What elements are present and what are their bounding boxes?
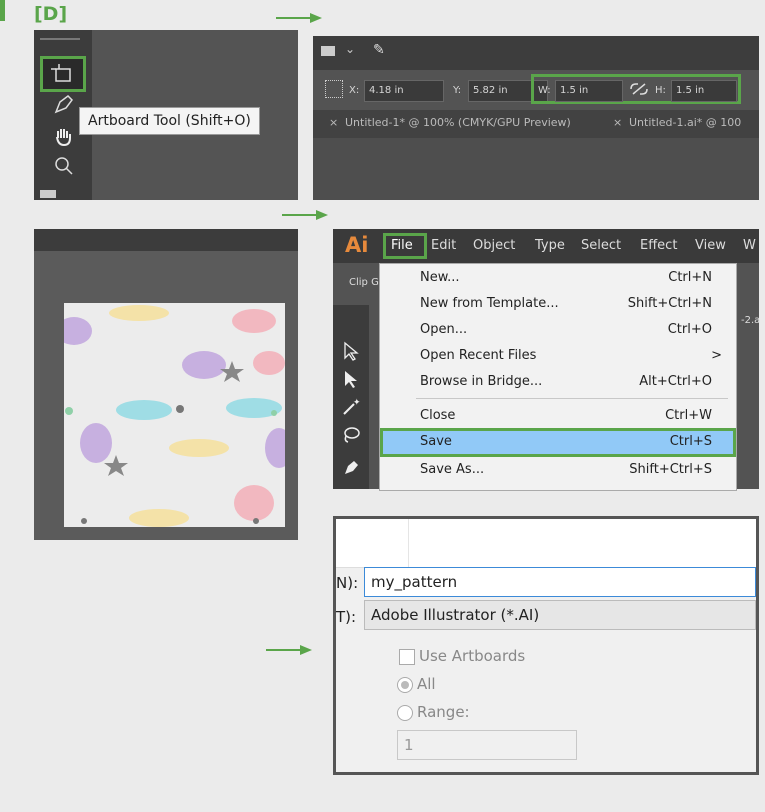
menu-window[interactable]: W [743,238,756,253]
tab-close-icon[interactable]: × [613,116,622,129]
h-field[interactable]: 1.5 in [671,80,737,102]
use-artboards-checkbox[interactable] [399,649,415,665]
lasso-tool-icon[interactable] [341,425,361,445]
tab-untitled-1-ai[interactable]: Untitled-1.ai* @ 100 [629,116,741,129]
artboard-tool-icon [51,64,71,82]
file-type-select[interactable]: Adobe Illustrator (*.AI) [364,600,756,630]
w-field[interactable]: 1.5 in [555,80,623,102]
clip-group-label: Clip G [349,277,379,288]
save-dialog-panel: N): my_pattern T): Adobe Illustrator (*.… [333,516,759,775]
menu-object[interactable]: Object [473,238,515,253]
tab-untitled-1[interactable]: Untitled-1* @ 100% (CMYK/GPU Preview) [345,116,571,129]
use-artboards-label: Use Artboards [419,647,526,665]
illustrator-logo: Ai [345,233,369,257]
pattern-artboard [64,303,285,527]
menu-effect[interactable]: Effect [640,238,677,253]
tab-close-icon[interactable]: × [329,116,338,129]
menu-item-open-recent[interactable]: Open Recent Files > [380,342,736,371]
menu-item-browse-bridge[interactable]: Browse in Bridge... Alt+Ctrl+O [380,368,736,397]
menu-file[interactable]: File [391,238,413,253]
arrow-icon [266,645,312,655]
menu-item-open[interactable]: Open... Ctrl+O [380,316,736,345]
h-label: H: [655,85,666,96]
cat-pattern-image [64,305,285,527]
selection-tool-icon[interactable] [341,341,361,361]
pen-tool-icon[interactable] [341,457,361,477]
hand-tool-icon[interactable] [52,124,76,148]
menu-item-new[interactable]: New... Ctrl+N [380,264,736,293]
file-menu-dropdown: New... Ctrl+N New from Template... Shift+C… [379,263,737,491]
direct-selection-tool-icon[interactable] [341,369,361,389]
range-input[interactable]: 1 [397,730,577,760]
tab-partial-label: -2.a [741,315,761,326]
menu-item-save-as[interactable]: Save As... Shift+Ctrl+S [380,456,736,485]
magic-wand-icon[interactable]: ✦ [341,397,361,417]
zoom-tool-icon[interactable] [52,154,76,178]
file-name-input[interactable]: my_pattern [364,567,756,597]
step-marker-bar [0,0,5,21]
reference-point-icon[interactable] [325,80,343,98]
feather-icon: ✎ [373,42,385,58]
all-radio[interactable] [397,677,413,693]
menu-view[interactable]: View [695,238,726,253]
range-radio[interactable] [397,705,413,721]
menu-item-save[interactable]: Save Ctrl+S [380,428,736,457]
file-type-label: T): [336,608,357,626]
workspace-icon[interactable] [321,46,335,56]
menu-type[interactable]: Type [535,238,565,253]
unlink-icon[interactable] [629,82,649,96]
menu-select[interactable]: Select [581,238,621,253]
all-label: All [417,675,436,693]
svg-text:✦: ✦ [353,398,361,408]
step-label: [D] [34,3,68,25]
properties-panel: ⌄ ✎ X: 4.18 in Y: 5.82 in W: 1.5 in H: 1… [313,36,759,200]
menu-item-close[interactable]: Close Ctrl+W [380,402,736,431]
menu-edit[interactable]: Edit [431,238,456,253]
y-label: Y: [453,85,462,96]
range-label: Range: [417,703,470,721]
menu-divider [416,398,728,399]
chevron-down-icon[interactable]: ⌄ [345,42,355,56]
file-name-label: N): [336,574,359,592]
arrow-icon [282,210,328,220]
artboard-preview-panel [34,229,298,540]
x-field[interactable]: 4.18 in [364,80,444,102]
illustrator-menu-panel: Ai File Edit Object Type Select Effect V… [333,229,761,491]
tooltip: Artboard Tool (Shift+O) [79,107,260,135]
w-label: W: [538,85,551,96]
arrow-icon [276,13,322,23]
pen-tool-icon[interactable] [52,92,76,116]
artboard-tool-button[interactable] [40,56,86,92]
x-label: X: [349,85,360,96]
menu-item-new-from-template[interactable]: New from Template... Shift+Ctrl+N [380,290,736,319]
